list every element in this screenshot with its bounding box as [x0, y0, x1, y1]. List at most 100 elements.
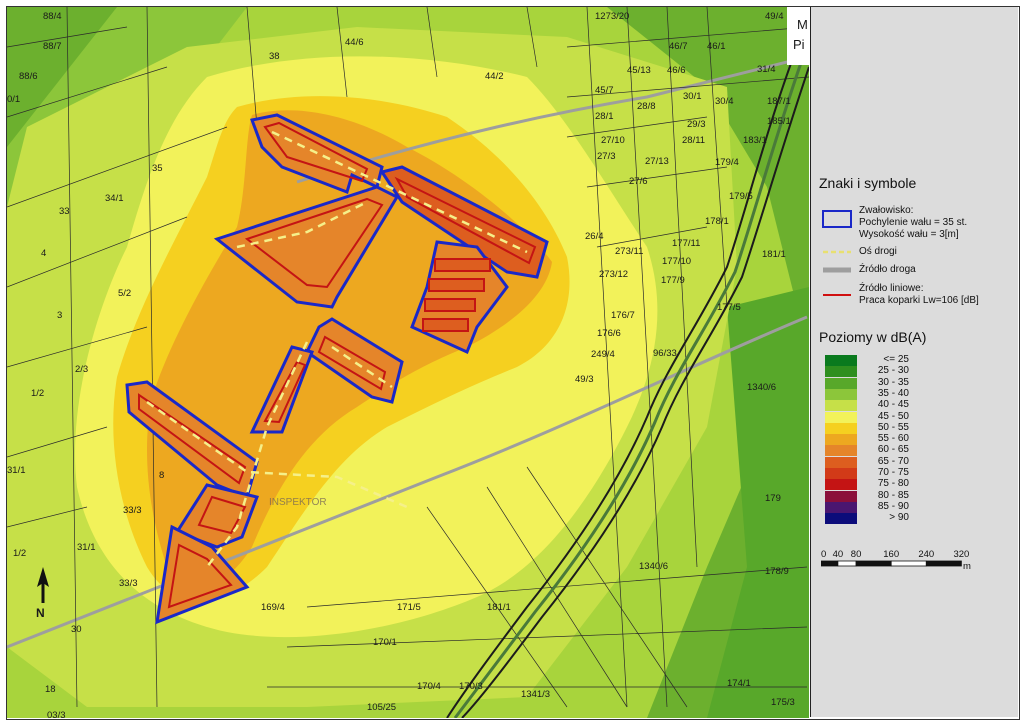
parcel-label: 46/7 [669, 41, 688, 52]
parcel-label: 176/6 [597, 328, 621, 339]
levels-title: Poziomy w dB(A) [819, 329, 927, 345]
level-label: 50 - 55 [877, 421, 909, 433]
parcel-label: 3 [57, 310, 62, 321]
scale-segment [855, 560, 892, 567]
level-swatch [825, 355, 857, 366]
parcel-label: 35 [152, 163, 163, 174]
heap-source-line [424, 298, 476, 312]
symbol-line: Źródło liniowe: [859, 283, 924, 294]
level-swatch [825, 388, 857, 400]
parcel-label: 30/4 [715, 96, 734, 107]
parcel-label: 170/3 [459, 681, 483, 692]
parcel-label: 177/10 [662, 256, 691, 267]
parcel-label: 46/6 [667, 65, 686, 76]
parcel-label: 1/2 [13, 548, 26, 559]
parcel-label: 176/7 [611, 310, 635, 321]
parcel-label: 105/25 [367, 702, 396, 713]
scale-unit: m [963, 561, 971, 572]
heap-source-line [422, 318, 469, 332]
parcel-label: 96/33 [653, 348, 677, 359]
parcel-label: 1/2 [31, 388, 44, 399]
symbol-line: Oś drogi [859, 246, 897, 257]
level-swatch [825, 468, 857, 479]
symbols-title: Znaki i symbole [819, 175, 917, 191]
map-corner-inset [787, 7, 809, 65]
parcel-label: 33 [59, 206, 70, 217]
parcel-label: 181/1 [762, 249, 786, 260]
scale-segment [837, 560, 857, 567]
parcel-label: 88/6 [19, 71, 38, 82]
parcel-label: 1340/6 [747, 382, 776, 393]
level-swatch [825, 490, 857, 502]
level-label: 25 - 30 [877, 365, 909, 377]
level-swatch [825, 501, 857, 513]
blue-rectangle-icon [822, 210, 852, 228]
symbol-label: Oś drogi [859, 246, 897, 258]
heap-source-line [428, 278, 485, 292]
parcel-label: 30/1 [683, 91, 702, 102]
parcel-label: 177/9 [661, 275, 685, 286]
parcel-label: 26/4 [585, 231, 604, 242]
parcel-label: 273/11 [615, 246, 643, 257]
parcel-label: 45/7 [595, 85, 614, 96]
parcel-label: 171/5 [397, 602, 421, 613]
parcel-label: 4 [41, 248, 46, 259]
parcel-label: 34/1 [105, 193, 124, 204]
parcel-label: 273/12 [599, 269, 628, 280]
parcel-label: 179/4 [715, 157, 739, 168]
noise-map[interactable]: M Pi N INSPEKTOR 88/488/788/60/13844/644… [7, 7, 809, 718]
parcel-label: 28/8 [637, 101, 656, 112]
symbol-line: Wysokość wału = 3[m] [859, 229, 959, 240]
parcel-label: 49/3 [575, 374, 594, 385]
parcel-label: 185/1 [767, 116, 791, 127]
parcel-label: 8 [159, 470, 164, 481]
parcel-label: 175/3 [771, 697, 795, 708]
scale-tick-label: 240 [918, 549, 934, 560]
parcel-label: 1340/6 [639, 561, 668, 572]
scale-tick-label: 0 [821, 549, 826, 560]
level-swatch [825, 434, 857, 446]
red-line-icon [823, 294, 851, 296]
level-label: 40 - 45 [877, 399, 909, 411]
level-label: 45 - 50 [877, 410, 909, 422]
gray-line-icon [823, 267, 851, 273]
symbol-line: Praca koparki Lw=106 [dB] [859, 295, 979, 306]
parcel-label: 179/5 [729, 191, 753, 202]
level-swatch [825, 411, 857, 423]
parcel-label: 1273/20 [595, 11, 629, 22]
scale-segment [925, 560, 962, 567]
parcel-label: 30 [71, 624, 82, 635]
level-label: 80 - 85 [877, 489, 909, 501]
parcel-label: 03/3 [47, 710, 66, 718]
parcel-label: 29/3 [687, 119, 706, 130]
parcel-label: 170/4 [417, 681, 441, 692]
parcel-label: 31/4 [757, 64, 776, 75]
parcel-label: 88/7 [43, 41, 62, 52]
level-label: 55 - 60 [877, 433, 909, 445]
parcel-label: 178/1 [705, 216, 729, 227]
parcel-label: 174/1 [727, 678, 751, 689]
parcel-label: 28/11 [682, 135, 705, 146]
scale-tick-label: 80 [851, 549, 862, 560]
parcel-label: 49/4 [765, 11, 784, 22]
legend-panel: Znaki i symbole Zwałowisko: Pochylenie w… [810, 7, 1018, 717]
level-swatch [825, 456, 857, 468]
parcel-label: 88/4 [43, 11, 62, 22]
parcel-label: 0/1 [7, 94, 20, 105]
parcel-label: 27/6 [629, 176, 648, 187]
scale-segment [821, 560, 839, 567]
parcel-label: 46/1 [707, 41, 726, 52]
level-swatch [825, 400, 857, 412]
scale-tick-label: 320 [953, 549, 969, 560]
parcel-label: 5/2 [118, 288, 131, 299]
symbol-label: Źródło liniowe: Praca koparki Lw=106 [dB… [859, 283, 979, 307]
level-label: 60 - 65 [877, 444, 909, 456]
parcel-label: 44/6 [345, 37, 364, 48]
level-label: 75 - 80 [877, 478, 909, 490]
level-swatch [825, 377, 857, 389]
scale-segment [890, 560, 927, 567]
parcel-label: 44/2 [485, 71, 504, 82]
corner-text: M [797, 17, 808, 32]
parcel-label: 38 [269, 51, 280, 62]
parcel-label: 249/4 [591, 349, 615, 360]
